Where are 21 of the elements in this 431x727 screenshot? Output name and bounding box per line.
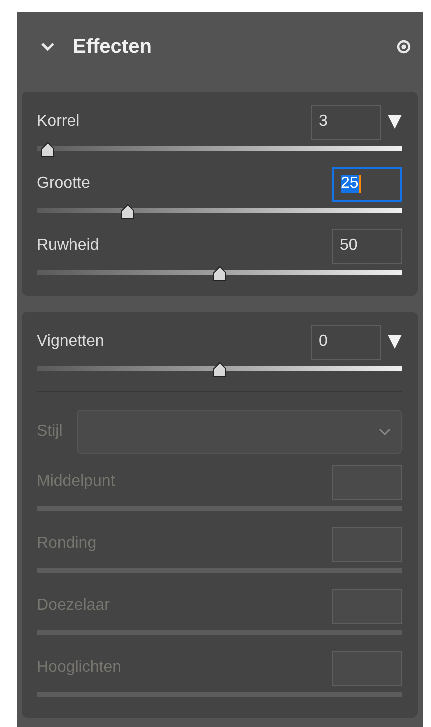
slider-label: Grootte [37, 174, 92, 194]
value-field[interactable]: 50 [332, 228, 402, 264]
eye-icon[interactable] [397, 40, 411, 54]
value-field[interactable]: 3 [311, 104, 381, 140]
value-field[interactable]: 25 [332, 166, 402, 202]
slider-label: Korrel [37, 112, 81, 132]
slider-label: Vignetten [37, 332, 106, 352]
slider-track[interactable] [37, 146, 402, 150]
slider-thumb[interactable] [212, 362, 228, 378]
slider-track[interactable] [37, 366, 402, 370]
slider-track[interactable] [37, 208, 402, 212]
triangle-menu-icon[interactable] [388, 115, 402, 129]
triangle-menu-icon[interactable] [388, 335, 402, 349]
panel-title: Effecten [73, 35, 153, 60]
slider-thumb[interactable] [120, 204, 136, 220]
slider-label: Ruwheid [37, 236, 100, 256]
slider-track[interactable] [37, 270, 402, 274]
value-field[interactable]: 0 [311, 324, 381, 360]
slider-thumb[interactable] [212, 266, 228, 282]
slider-thumb[interactable] [40, 142, 56, 158]
chevron-down-icon[interactable] [379, 428, 391, 436]
